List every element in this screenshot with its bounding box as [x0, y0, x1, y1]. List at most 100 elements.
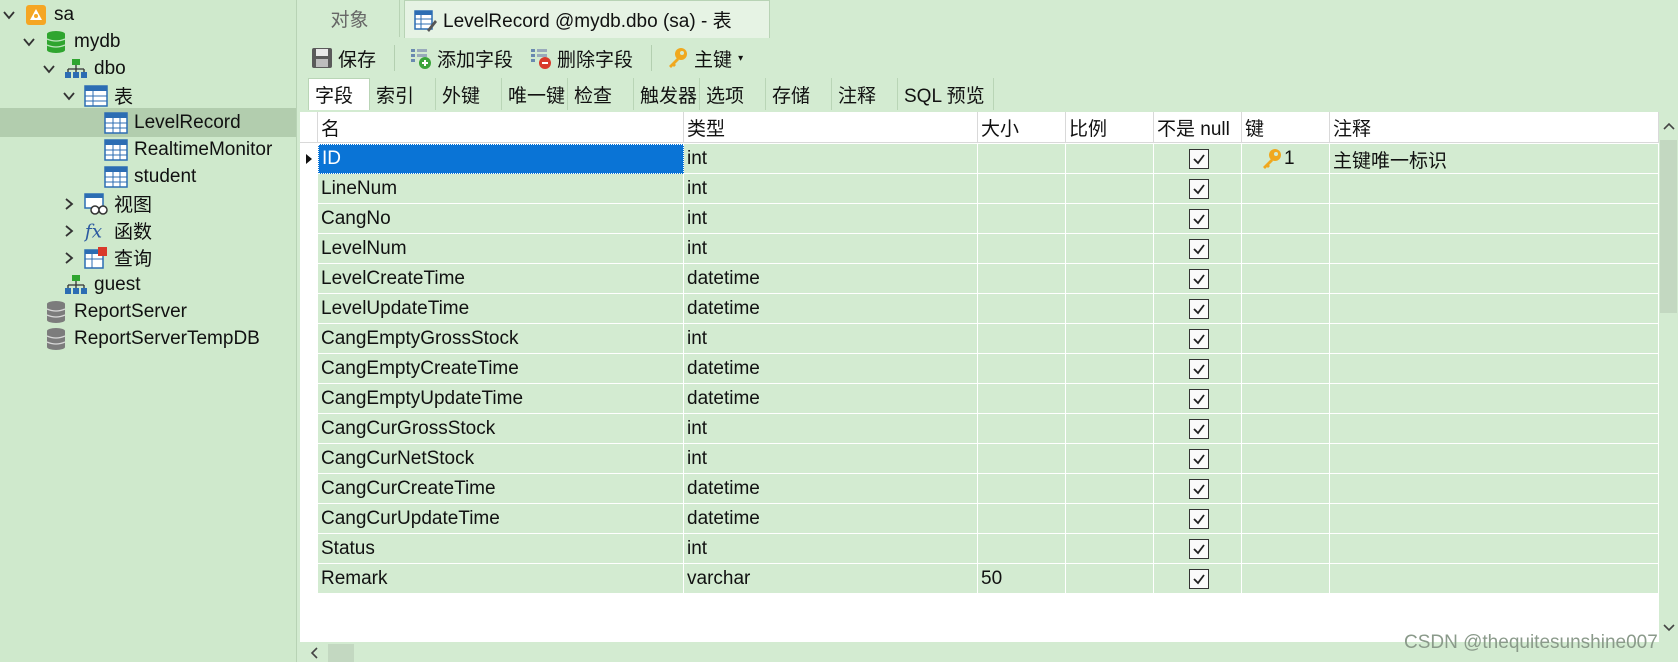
cell-size[interactable]	[978, 504, 1066, 534]
subtab-6[interactable]: 选项	[700, 78, 766, 110]
cell-comment[interactable]	[1330, 474, 1659, 504]
not-null-checkbox[interactable]	[1189, 269, 1209, 289]
tree-node-mydb[interactable]: mydb	[0, 27, 296, 56]
cell-scale[interactable]	[1066, 564, 1154, 594]
cell-key[interactable]	[1242, 414, 1330, 444]
horizontal-scroll-thumb[interactable]	[328, 644, 354, 662]
cell-size[interactable]: 50	[978, 564, 1066, 594]
column-header-size[interactable]: 大小	[978, 112, 1066, 143]
table-row[interactable]: LevelCreateTime datetime	[300, 264, 1659, 294]
row-header[interactable]	[300, 204, 318, 234]
object-tree[interactable]: sa mydb dbo 表 LevelRecord RealtimeMonitor stud…	[0, 0, 297, 662]
table-row[interactable]: CangCurUpdateTime datetime	[300, 504, 1659, 534]
cell-key[interactable]	[1242, 294, 1330, 324]
cell-comment[interactable]	[1330, 174, 1659, 204]
cell-scale[interactable]	[1066, 264, 1154, 294]
cell-key[interactable]	[1242, 474, 1330, 504]
tree-node-levelrecord[interactable]: LevelRecord	[0, 108, 296, 137]
row-header[interactable]	[300, 384, 318, 414]
table-row[interactable]: LevelUpdateTime datetime	[300, 294, 1659, 324]
cell-size[interactable]	[978, 324, 1066, 354]
not-null-checkbox[interactable]	[1189, 329, 1209, 349]
cell-size[interactable]	[978, 384, 1066, 414]
subtab-3[interactable]: 唯一键	[502, 78, 568, 110]
cell-type[interactable]: int	[684, 534, 978, 564]
tree-node-guest[interactable]: guest	[0, 270, 296, 299]
table-row[interactable]: LineNum int	[300, 174, 1659, 204]
cell-size[interactable]	[978, 294, 1066, 324]
cell-size[interactable]	[978, 534, 1066, 564]
cell-name[interactable]: CangCurCreateTime	[318, 474, 684, 504]
cell-type[interactable]: int	[684, 234, 978, 264]
cell-name[interactable]: Status	[318, 534, 684, 564]
tree-node-dbo[interactable]: dbo	[0, 54, 296, 83]
chevron-down-icon[interactable]	[2, 8, 16, 22]
cell-name[interactable]: LineNum	[318, 174, 684, 204]
not-null-checkbox[interactable]	[1189, 479, 1209, 499]
primary-key-button[interactable]: 主键 ▾	[662, 42, 747, 74]
table-row[interactable]: LevelNum int	[300, 234, 1659, 264]
row-header[interactable]	[300, 234, 318, 264]
cell-name[interactable]: CangCurUpdateTime	[318, 504, 684, 534]
vertical-scrollbar[interactable]	[1659, 112, 1678, 642]
cell-scale[interactable]	[1066, 144, 1154, 174]
cell-type[interactable]: datetime	[684, 504, 978, 534]
cell-scale[interactable]	[1066, 384, 1154, 414]
not-null-checkbox[interactable]	[1189, 509, 1209, 529]
table-row[interactable]: Status int	[300, 534, 1659, 564]
cell-name[interactable]: Remark	[318, 564, 684, 594]
chevron-down-icon[interactable]	[62, 89, 76, 103]
column-header-not-null[interactable]: 不是 null	[1154, 112, 1242, 143]
cell-name[interactable]: CangCurNetStock	[318, 444, 684, 474]
table-row[interactable]: CangCurGrossStock int	[300, 414, 1659, 444]
table-row[interactable]: CangEmptyCreateTime datetime	[300, 354, 1659, 384]
not-null-checkbox[interactable]	[1189, 419, 1209, 439]
cell-size[interactable]	[978, 204, 1066, 234]
tree-node-视图[interactable]: 视图	[0, 189, 296, 218]
cell-name[interactable]: CangCurGrossStock	[318, 414, 684, 444]
cell-comment[interactable]: 主键唯一标识	[1330, 144, 1659, 174]
subtab-7[interactable]: 存储	[766, 78, 832, 110]
cell-comment[interactable]	[1330, 564, 1659, 594]
cell-size[interactable]	[978, 174, 1066, 204]
cell-name[interactable]: CangEmptyGrossStock	[318, 324, 684, 354]
tree-node-函数[interactable]: fx 函数	[0, 216, 296, 245]
tree-node-reportservertempdb[interactable]: ReportServerTempDB	[0, 324, 296, 353]
not-null-checkbox[interactable]	[1189, 359, 1209, 379]
subtab-1[interactable]: 索引	[370, 78, 436, 110]
column-header-key[interactable]: 键	[1242, 112, 1330, 143]
cell-key[interactable]: 1	[1242, 144, 1330, 174]
cell-name[interactable]: CangNo	[318, 204, 684, 234]
cell-key[interactable]	[1242, 234, 1330, 264]
cell-type[interactable]: int	[684, 204, 978, 234]
cell-scale[interactable]	[1066, 414, 1154, 444]
row-header[interactable]	[300, 444, 318, 474]
cell-name[interactable]: LevelCreateTime	[318, 264, 684, 294]
row-header[interactable]	[300, 534, 318, 564]
table-row[interactable]: CangCurNetStock int	[300, 444, 1659, 474]
cell-type[interactable]: int	[684, 444, 978, 474]
add-field-button[interactable]: 添加字段	[405, 42, 517, 74]
cell-comment[interactable]	[1330, 294, 1659, 324]
row-header[interactable]	[300, 504, 318, 534]
not-null-checkbox[interactable]	[1189, 449, 1209, 469]
cell-type[interactable]: int	[684, 144, 978, 174]
cell-type[interactable]: datetime	[684, 264, 978, 294]
chevron-right-icon[interactable]	[62, 251, 76, 265]
cell-type[interactable]: datetime	[684, 384, 978, 414]
cell-type[interactable]: int	[684, 414, 978, 444]
cell-comment[interactable]	[1330, 264, 1659, 294]
not-null-checkbox[interactable]	[1189, 209, 1209, 229]
column-header-name[interactable]: 名	[318, 112, 684, 143]
tab-objects[interactable]: 对象	[300, 0, 400, 37]
cell-name[interactable]: CangEmptyCreateTime	[318, 354, 684, 384]
not-null-checkbox[interactable]	[1189, 239, 1209, 259]
scroll-left-icon[interactable]	[306, 644, 322, 662]
cell-name[interactable]: LevelNum	[318, 234, 684, 264]
cell-name[interactable]: LevelUpdateTime	[318, 294, 684, 324]
chevron-right-icon[interactable]	[62, 197, 76, 211]
cell-key[interactable]	[1242, 384, 1330, 414]
cell-key[interactable]	[1242, 324, 1330, 354]
not-null-checkbox[interactable]	[1189, 389, 1209, 409]
cell-key[interactable]	[1242, 534, 1330, 564]
